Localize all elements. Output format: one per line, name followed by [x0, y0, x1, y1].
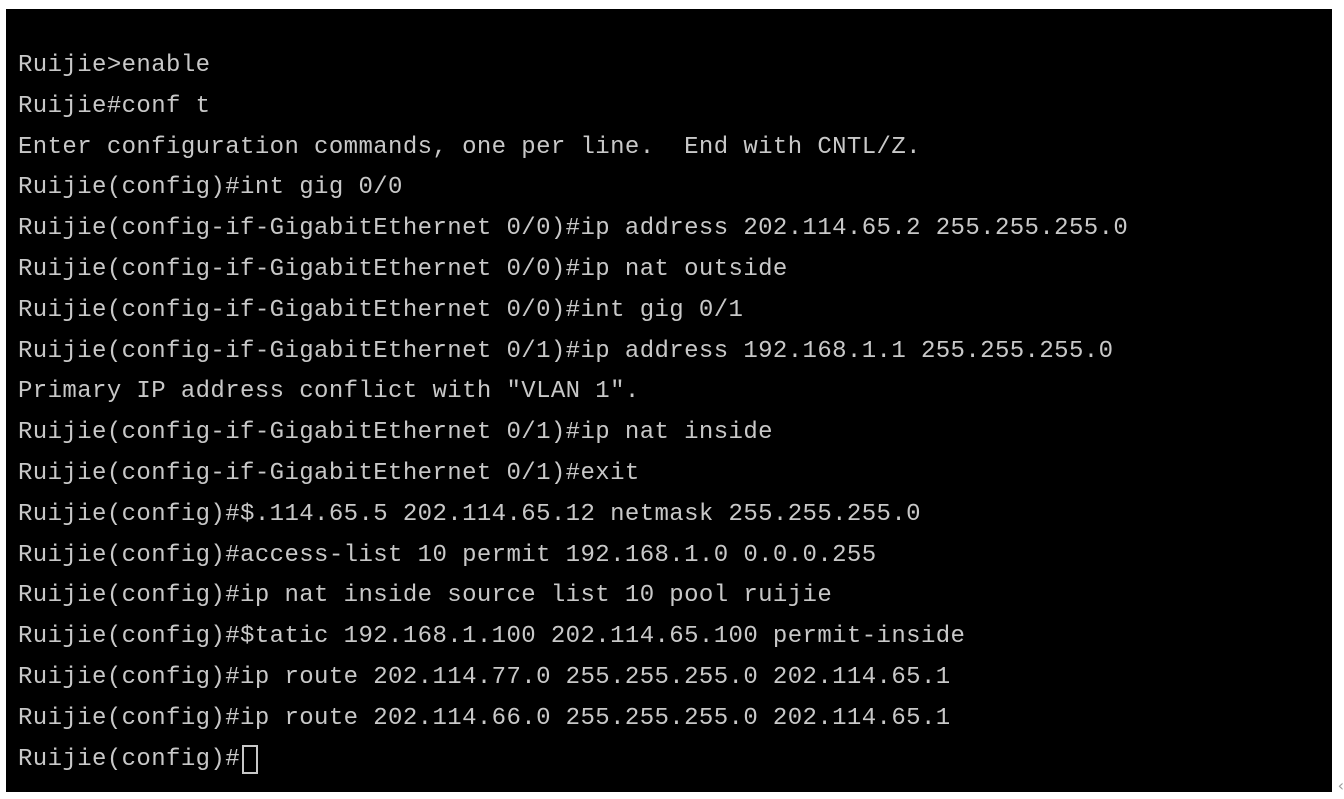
terminal-prompt-line[interactable]: Ruijie(config)#: [18, 740, 1332, 781]
terminal-line: Ruijie#conf t: [18, 92, 211, 120]
terminal-line: Ruijie(config-if-GigabitEthernet 0/0)#in…: [18, 296, 744, 324]
terminal-line: Ruijie(config)#access-list 10 permit 192…: [18, 541, 877, 569]
terminal-line: Ruijie(config)#int gig 0/0: [18, 174, 403, 202]
terminal-line: Ruijie(config-if-GigabitEthernet 0/0)#ip…: [18, 215, 1129, 243]
terminal-line: Primary IP address conflict with "VLAN 1…: [18, 378, 640, 406]
terminal-line: Ruijie(config)#ip route 202.114.77.0 255…: [18, 663, 951, 691]
terminal-line: Ruijie(config)#$tatic 192.168.1.100 202.…: [18, 623, 966, 651]
terminal-window[interactable]: Ruijie>enable Ruijie#conf t Enter config…: [6, 9, 1332, 792]
terminal-line: Ruijie>enable: [18, 52, 211, 79]
terminal-line: Ruijie(config-if-GigabitEthernet 0/1)#ex…: [18, 459, 640, 487]
terminal-line: Ruijie(config)#ip nat inside source list…: [18, 582, 833, 610]
text-cursor[interactable]: [242, 745, 259, 775]
terminal-line: Enter configuration commands, one per li…: [18, 133, 921, 161]
terminal-line: Ruijie(config-if-GigabitEthernet 0/1)#ip…: [18, 419, 773, 447]
resize-grip-icon[interactable]: ‹: [1338, 776, 1344, 795]
terminal-line: Ruijie(config-if-GigabitEthernet 0/1)#ip…: [18, 337, 1114, 365]
terminal-line: Ruijie(config)#ip route 202.114.66.0 255…: [18, 704, 951, 732]
terminal-prompt: Ruijie(config)#: [18, 745, 241, 773]
terminal-line: Ruijie(config-if-GigabitEthernet 0/0)#ip…: [18, 255, 788, 283]
terminal-line: Ruijie(config)#$.114.65.5 202.114.65.12 …: [18, 500, 921, 528]
